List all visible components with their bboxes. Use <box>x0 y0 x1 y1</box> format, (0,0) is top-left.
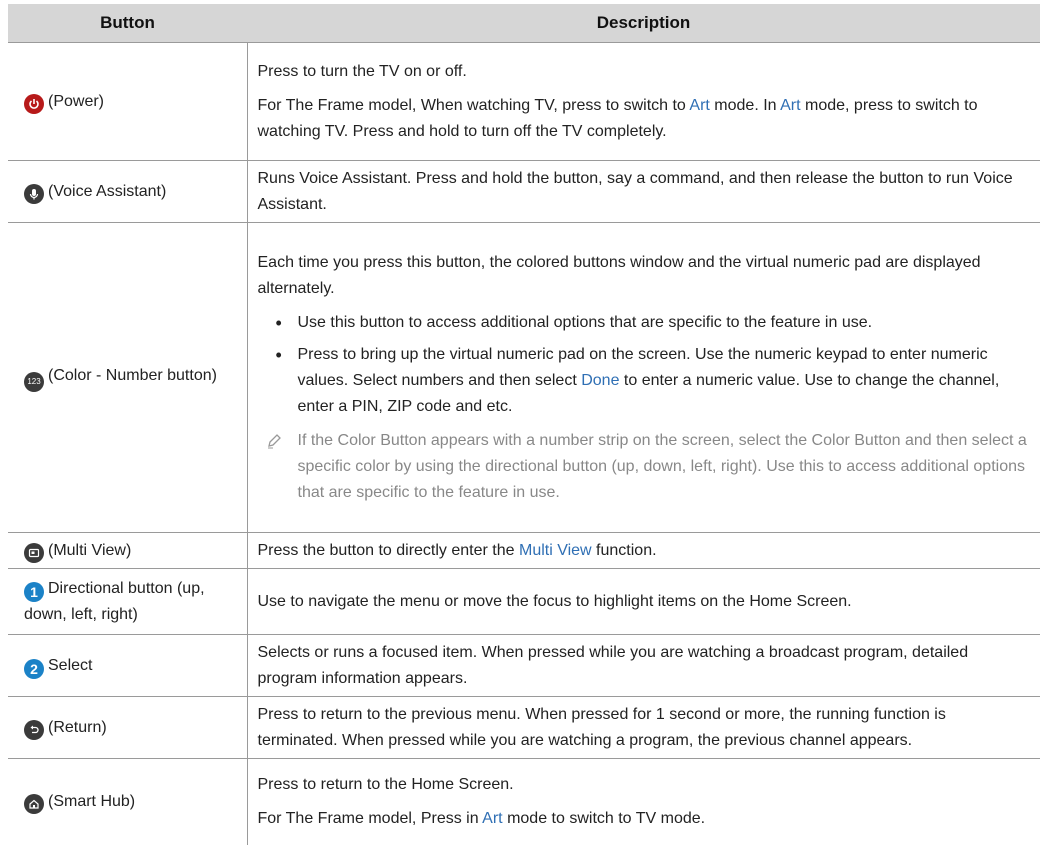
button-cell: (Power) <box>8 42 247 161</box>
description-cell: Press to return to the previous menu. Wh… <box>246 696 1040 759</box>
button-cell: (Smart Hub) <box>8 758 247 845</box>
number-two-icon: 2 <box>24 658 44 679</box>
button-cell: 2 Select <box>8 634 247 697</box>
description-text: For The Frame model, Press in Art mode t… <box>257 809 706 827</box>
table-row-voice-assistant: (Voice Assistant) Runs Voice Assistant. … <box>8 160 1040 223</box>
button-cell: (Multi View) <box>8 532 247 569</box>
button-cell: (Voice Assistant) <box>8 160 247 223</box>
list-item: Use this button to access additional opt… <box>258 310 1029 336</box>
table-row-return: (Return) Press to return to the previous… <box>8 696 1040 759</box>
multi-view-link: Multi View <box>518 541 592 559</box>
return-icon <box>24 719 44 740</box>
button-cell: 123 (Color - Number button) <box>8 222 247 533</box>
description-cell: Each time you press this button, the col… <box>246 222 1040 533</box>
list-item: Press to bring up the virtual numeric pa… <box>258 342 1029 420</box>
description-text: Use to navigate the menu or move the foc… <box>257 592 852 610</box>
description-text: Each time you press this button, the col… <box>257 253 981 297</box>
description-text: For The Frame model, When watching TV, p… <box>257 96 978 140</box>
home-icon <box>24 793 44 814</box>
description-text: Press to return to the previous menu. Wh… <box>257 705 946 749</box>
button-label: (Smart Hub) <box>48 792 136 810</box>
description-cell: Press to return to the Home Screen. For … <box>246 758 1040 845</box>
table-header-row: Button Description <box>8 4 1040 43</box>
note-text: If the Color Button appears with a numbe… <box>297 431 1027 501</box>
header-button: Button <box>8 4 247 43</box>
art-link: Art <box>689 96 710 114</box>
pencil-icon <box>266 432 282 458</box>
description-cell: Press the button to directly enter the M… <box>246 532 1040 569</box>
color-number-icon: 123 <box>24 372 44 392</box>
table-row-select: 2 Select Selects or runs a focused item. … <box>8 634 1040 697</box>
table-row-power: (Power) Press to turn the TV on or off. … <box>8 42 1040 161</box>
power-icon <box>24 93 44 114</box>
button-label: (Multi View) <box>48 541 132 559</box>
button-label: Directional button (up, down, left, righ… <box>24 579 205 623</box>
button-description-table: Button Description (Power) Press to turn… <box>8 4 1040 845</box>
table-row-directional: 1 Directional button (up, down, left, rig… <box>8 568 1040 635</box>
description-text: Press to return to the Home Screen. <box>257 775 514 793</box>
button-cell: (Return) <box>8 696 247 759</box>
description-cell: Runs Voice Assistant. Press and hold the… <box>246 160 1040 223</box>
description-cell: Press to turn the TV on or off. For The … <box>246 42 1040 161</box>
done-link: Done <box>581 371 620 389</box>
button-label: (Power) <box>48 92 105 110</box>
button-label: Select <box>48 656 93 674</box>
description-cell: Selects or runs a focused item. When pre… <box>246 634 1040 697</box>
description-text: Press the button to directly enter the M… <box>257 541 657 559</box>
microphone-icon <box>24 183 44 204</box>
note: If the Color Button appears with a numbe… <box>258 428 1029 506</box>
description-text: Selects or runs a focused item. When pre… <box>257 643 969 687</box>
table-row-multi-view: (Multi View) Press the button to directl… <box>8 532 1040 569</box>
art-link: Art <box>482 809 503 827</box>
description-cell: Use to navigate the menu or move the foc… <box>246 568 1040 635</box>
bullet-list: Use this button to access additional opt… <box>258 310 1029 420</box>
description-text: Press to turn the TV on or off. <box>257 62 467 80</box>
art-link: Art <box>780 96 801 114</box>
button-label: (Color - Number button) <box>48 367 217 384</box>
button-cell: 1 Directional button (up, down, left, rig… <box>8 568 247 635</box>
number-one-icon: 1 <box>24 581 44 602</box>
table-row-color-number: 123 (Color - Number button) Each time you… <box>8 222 1040 533</box>
button-label: (Return) <box>48 718 107 736</box>
button-label: (Voice Assistant) <box>48 182 167 200</box>
header-description: Description <box>247 4 1040 43</box>
multi-view-icon <box>24 542 44 563</box>
description-text: Runs Voice Assistant. Press and hold the… <box>257 169 1013 213</box>
table-row-smart-hub: (Smart Hub) Press to return to the Home … <box>8 758 1040 845</box>
